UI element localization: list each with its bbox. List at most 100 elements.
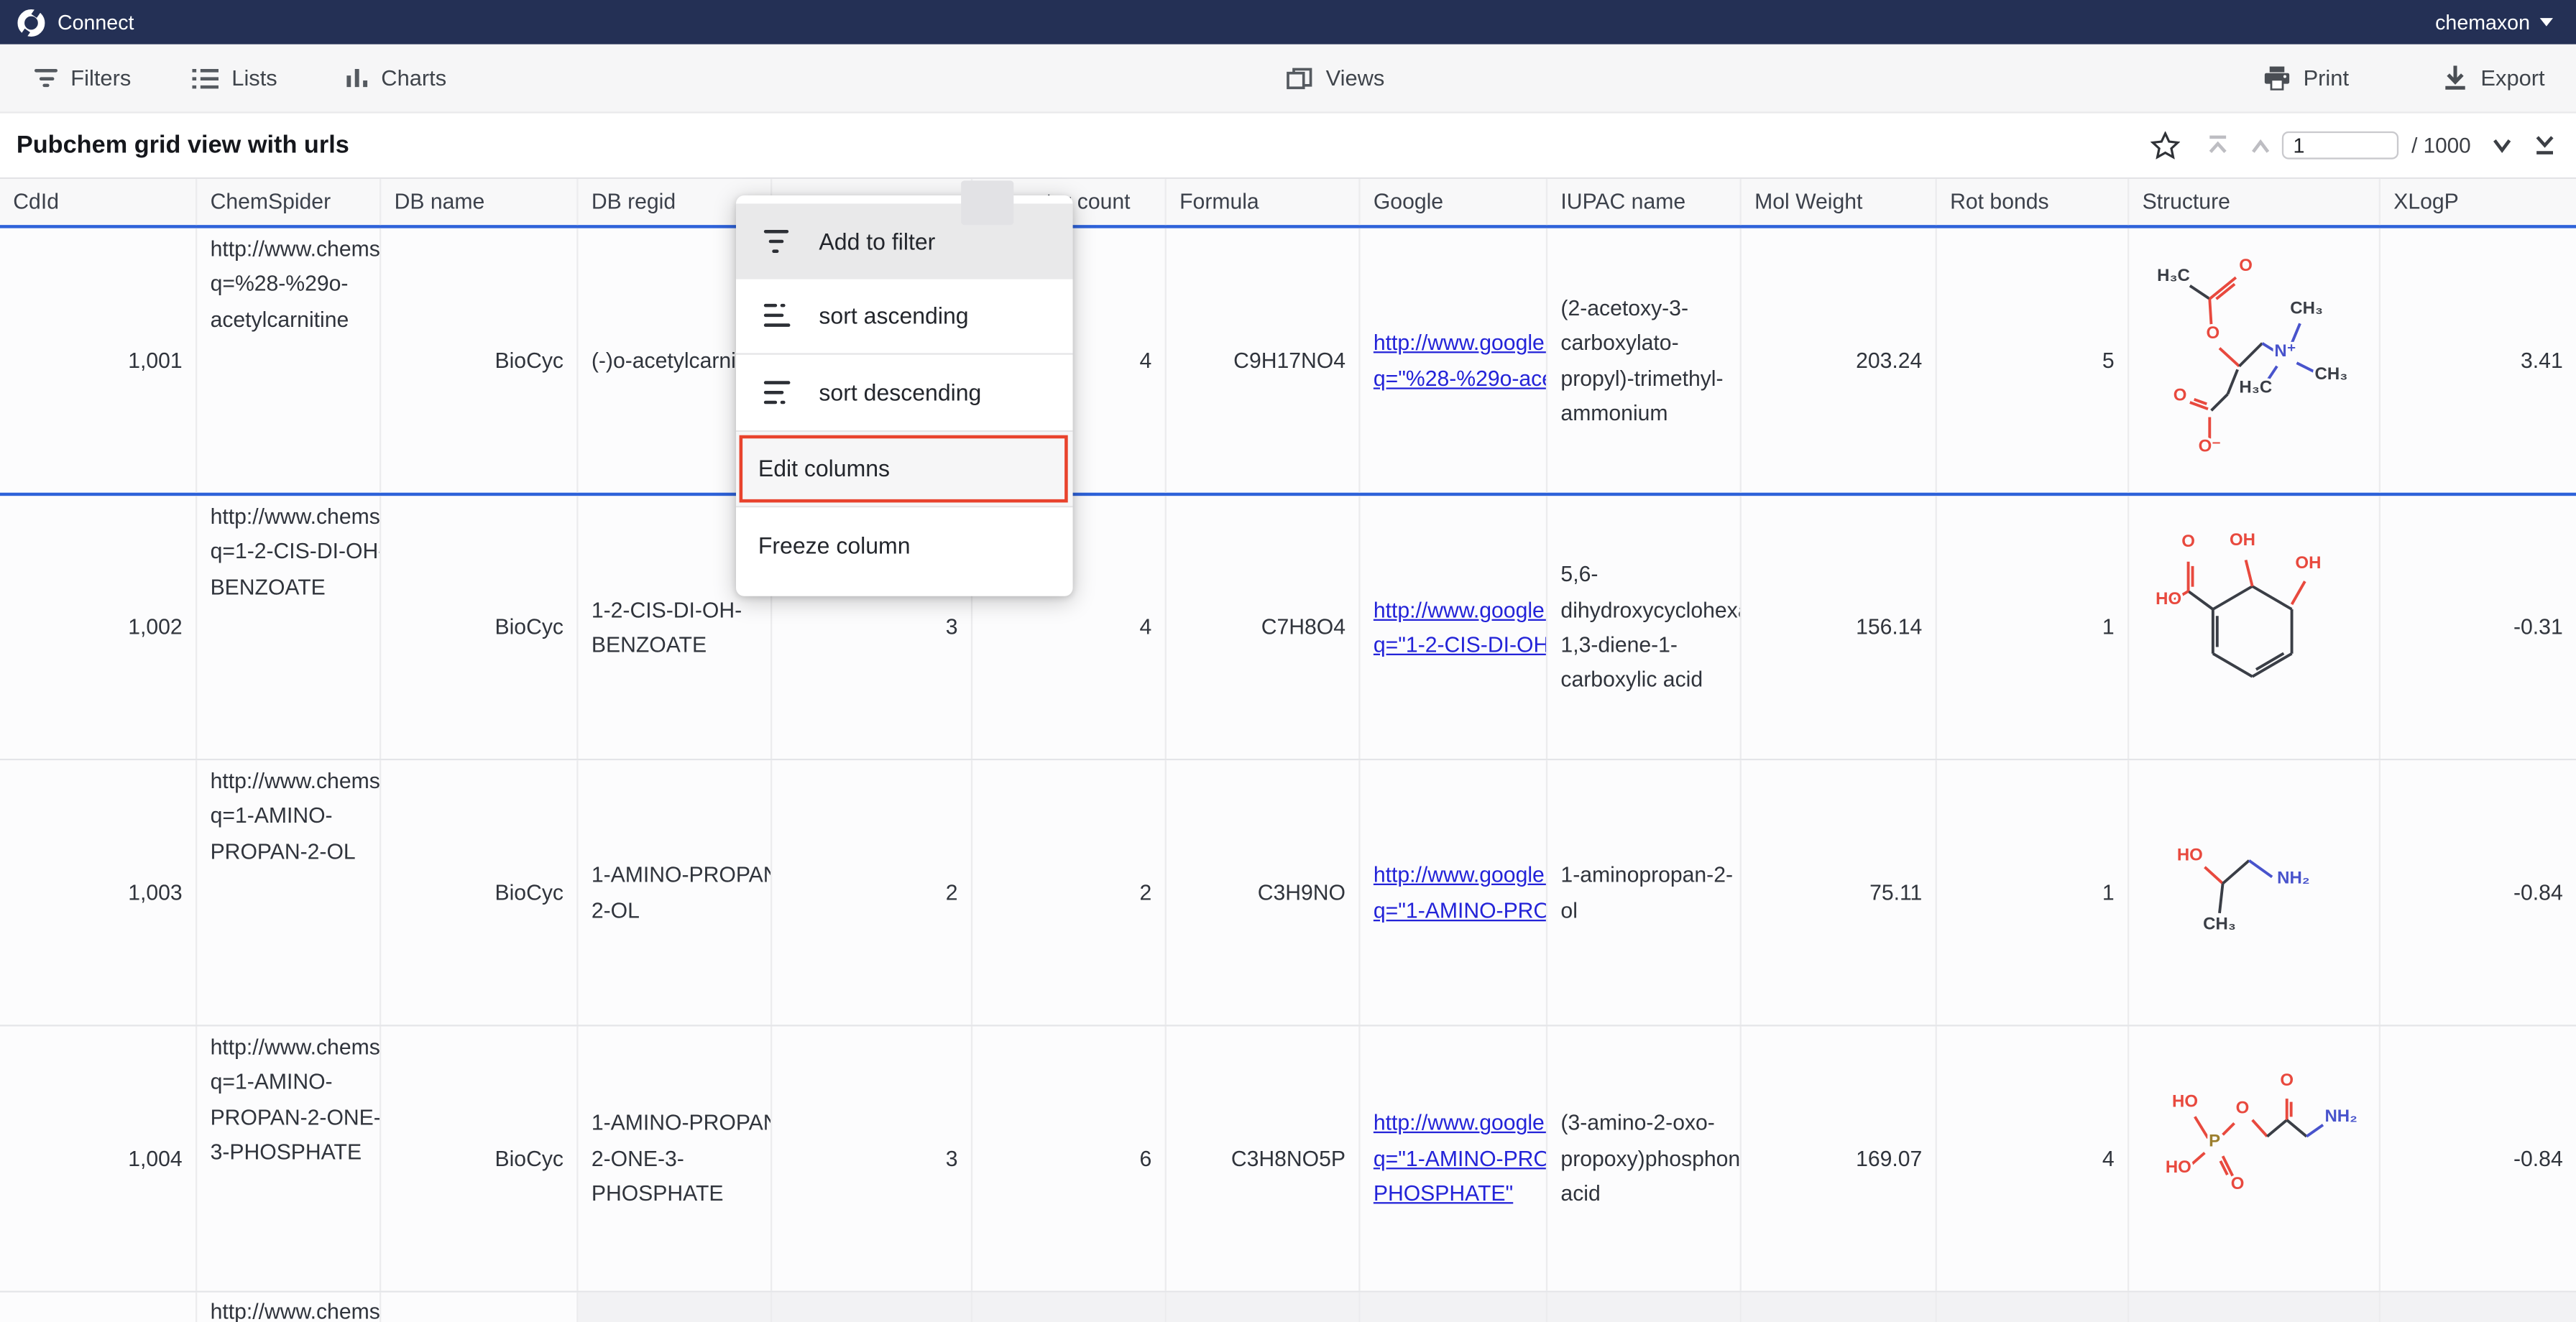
pagination: / 1000 (2143, 113, 2576, 179)
svg-text:P: P (2209, 1131, 2220, 1150)
filters-button[interactable]: Filters (34, 45, 131, 113)
cell-placeholder (1937, 1293, 2129, 1322)
cell-iupac-name: 1-aminopropan-2- ol (1547, 760, 1742, 1025)
cell-placeholder (2380, 1293, 2576, 1322)
previous-page-icon[interactable] (2239, 124, 2281, 167)
cell-placeholder (1361, 1293, 1548, 1322)
cell-formula: C3H8NO5P (1167, 1027, 1361, 1291)
table-row-partial[interactable]: http://www.chems (0, 1293, 2576, 1322)
svg-text:O: O (2207, 324, 2220, 343)
grid-header-row: CdId ChemSpider DB name DB regid Accepto… (0, 179, 2576, 228)
column-header-structure[interactable]: Structure (2129, 179, 2380, 225)
download-icon (2443, 66, 2467, 91)
cell-donor-count: 2 (772, 760, 972, 1025)
menu-item-freeze-column[interactable]: Freeze column (735, 507, 1072, 582)
cell-cdid: 1,004 (0, 1027, 197, 1291)
column-header-rot-bonds[interactable]: Rot bonds (1937, 179, 2129, 225)
table-row[interactable]: 1,002 http://www.chems q=1-2-CIS-DI-OH- … (0, 496, 2576, 760)
column-header-cdid[interactable]: CdId (0, 179, 197, 225)
menu-item-label: Add to filter (819, 228, 935, 254)
cell-acceptor-count: 6 (972, 1027, 1167, 1291)
cell-structure: OHOOHOH (2129, 496, 2380, 759)
data-grid: CdId ChemSpider DB name DB regid Accepto… (0, 179, 2576, 1322)
column-header-formula[interactable]: Formula (1167, 179, 1361, 225)
bar-chart-icon (346, 67, 368, 90)
filter-icon (763, 226, 791, 256)
column-header-iupac-name[interactable]: IUPAC name (1547, 179, 1742, 225)
user-menu[interactable]: chemaxon (2435, 0, 2553, 45)
menu-item-label: sort ascending (819, 302, 968, 329)
column-header-mol-weight[interactable]: Mol Weight (1742, 179, 1937, 225)
cell-iupac-name: 5,6- dihydroxycyclohexa- 1,3-diene-1- ca… (1547, 496, 1742, 759)
structure-drawing: HOHOPOOONH₂ (2139, 1059, 2369, 1259)
svg-text:HO: HO (2172, 1091, 2198, 1111)
print-button[interactable]: Print (2264, 45, 2349, 113)
export-label: Export (2480, 66, 2544, 91)
cell-db-name: BioCyc (381, 1027, 578, 1291)
cell-chemspider: http://www.chems q=1-AMINO- PROPAN-2-ONE… (197, 1027, 381, 1291)
favorite-star-icon[interactable] (2143, 124, 2186, 167)
cell-formula: C7H8O4 (1167, 496, 1361, 759)
cell-db-name: BioCyc (381, 760, 578, 1025)
menu-item-edit-columns[interactable]: Edit columns (735, 431, 1072, 506)
cell-google-link[interactable]: http://www.google.c q="1-AMINO-PROPA (1361, 760, 1548, 1025)
cell-db-regid: 1-AMINO-PROPAN- 2-ONE-3- PHOSPHATE (579, 1027, 773, 1291)
menu-item-label: sort descending (819, 379, 981, 405)
export-button[interactable]: Export (2443, 45, 2545, 113)
first-page-icon[interactable] (2196, 124, 2239, 167)
next-page-icon[interactable] (2480, 124, 2523, 167)
column-header-google[interactable]: Google (1361, 179, 1548, 225)
cell-xlogp: 3.41 (2380, 228, 2576, 493)
menu-item-label: Freeze column (758, 532, 911, 558)
cell-google-link[interactable]: http://www.google.c q="1-2-CIS-DI-OH-BE (1361, 496, 1548, 759)
cell-structure: H₃COON⁺CH₃CH₃H₃COO⁻ (2129, 228, 2380, 493)
table-row[interactable]: 1,001 http://www.chems q=%28-%29o- acety… (0, 228, 2576, 496)
cell-placeholder (2129, 1293, 2380, 1322)
column-menu-button[interactable] (961, 180, 1013, 225)
cell-formula: C3H9NO (1167, 760, 1361, 1025)
lists-button[interactable]: Lists (192, 45, 277, 113)
svg-text:HO: HO (2166, 1157, 2191, 1177)
charts-label: Charts (381, 66, 446, 91)
cell-chemspider: http://www.chems (197, 1293, 381, 1322)
cell-donor-count: 3 (772, 1027, 972, 1291)
last-page-icon[interactable] (2524, 124, 2566, 167)
print-label: Print (2304, 66, 2349, 91)
chevron-down-icon (2540, 18, 2553, 26)
svg-text:N⁺: N⁺ (2274, 342, 2296, 361)
cell-placeholder (972, 1293, 1167, 1322)
table-row[interactable]: 1,003 http://www.chems q=1-AMINO- PROPAN… (0, 760, 2576, 1026)
page-number-input[interactable] (2281, 131, 2398, 160)
cell-xlogp: -0.31 (2380, 496, 2576, 759)
cell-google-link[interactable]: http://www.google.c q="1-AMINO-PROPA PHO… (1361, 1027, 1548, 1291)
svg-text:O: O (2239, 256, 2253, 276)
column-header-db-name[interactable]: DB name (381, 179, 578, 225)
svg-text:H₃C: H₃C (2157, 267, 2190, 286)
svg-text:H₃C: H₃C (2239, 378, 2272, 397)
cell-xlogp: -0.84 (2380, 1027, 2576, 1291)
menu-item-sort-ascending[interactable]: sort ascending (735, 278, 1072, 353)
menu-item-sort-descending[interactable]: sort descending (735, 355, 1072, 430)
column-header-chemspider[interactable]: ChemSpider (197, 179, 381, 225)
menu-item-add-to-filter[interactable]: Add to filter (735, 203, 1072, 278)
cell-google-link[interactable]: http://www.google.c q="%28-%29o-acety (1361, 228, 1548, 493)
cell-cdid: 1,002 (0, 496, 197, 759)
app-root: Connect chemaxon Filters Lists (0, 0, 2576, 1322)
svg-text:O⁻: O⁻ (2199, 437, 2221, 456)
structure-drawing: OHOOHOH (2156, 512, 2352, 744)
table-row[interactable]: 1,004 http://www.chems q=1-AMINO- PROPAN… (0, 1027, 2576, 1293)
sort-descending-icon (763, 377, 791, 407)
menu-item-label: Edit columns (758, 456, 890, 482)
cell-iupac-name: (2-acetoxy-3- carboxylato- propyl)-trime… (1547, 228, 1742, 493)
toolbar: Filters Lists Charts Views (0, 45, 2576, 113)
page-total: / 1000 (2411, 134, 2471, 158)
charts-button[interactable]: Charts (346, 45, 446, 113)
cell-db-regid: 1-AMINO-PROPAN- 2-OL (579, 760, 773, 1025)
page-title: Pubchem grid view with urls (17, 113, 349, 179)
cell-db-name: BioCyc (381, 496, 578, 759)
svg-text:CH₃: CH₃ (2203, 914, 2236, 933)
column-header-xlogp[interactable]: XLogP (2380, 179, 2576, 225)
cell-xlogp: -0.84 (2380, 760, 2576, 1025)
views-button[interactable]: Views (1287, 45, 1385, 113)
column-context-menu: Add to filter sort ascending sort descen… (735, 195, 1072, 596)
